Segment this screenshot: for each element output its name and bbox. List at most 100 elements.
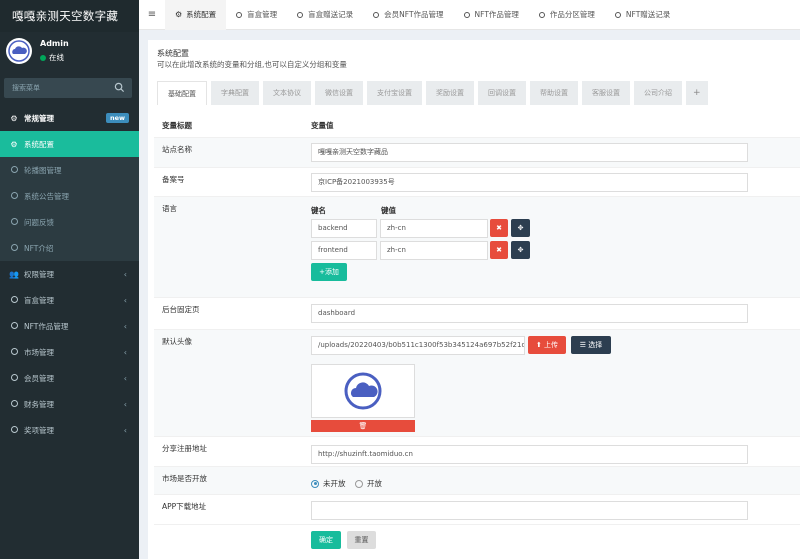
tab-help[interactable]: 帮助设置	[530, 81, 578, 105]
table-header: 变量标题 变量值	[154, 116, 800, 137]
tab-company[interactable]: 公司介绍	[634, 81, 682, 105]
row-default-avatar: 默认头像 /uploads/20220403/b0b511c1300f53b34…	[154, 329, 800, 436]
tab-nft-gift[interactable]: NFT赠送记录	[605, 0, 680, 30]
tab-blindbox[interactable]: 盲盒管理	[226, 0, 287, 30]
menu-group-permissions[interactable]: 👥 权限管理 ‹	[0, 261, 139, 287]
row-language: 语言 键名 键值 backend zh-cn ✖ ✥ frontend zh-c…	[154, 196, 800, 297]
drag-row-button[interactable]: ✥	[511, 219, 530, 237]
market-closed-radio[interactable]: 未开放	[311, 478, 346, 489]
tab-dictionary[interactable]: 字典配置	[211, 81, 259, 105]
drag-row-button[interactable]: ✥	[511, 241, 530, 259]
market-open-radio[interactable]: 开放	[355, 478, 382, 489]
add-row-button[interactable]: + 添加	[311, 263, 347, 281]
circle-icon	[10, 373, 18, 381]
menu-item-feedback[interactable]: 问题反馈	[0, 209, 139, 235]
delete-avatar-button[interactable]: 🗑	[311, 420, 415, 432]
search-icon[interactable]	[114, 82, 125, 93]
user-status: 在线	[40, 52, 64, 63]
circle-icon	[10, 243, 18, 251]
tab-service[interactable]: 客服设置	[582, 81, 630, 105]
menu-group-nft-works[interactable]: NFT作品管理 ‹	[0, 313, 139, 339]
menu-group-awards[interactable]: 奖项管理 ‹	[0, 417, 139, 443]
circle-icon	[10, 165, 18, 173]
site-name-label: 站点名称	[162, 145, 192, 154]
search-input[interactable]	[4, 78, 132, 98]
market-label: 市场是否开放	[162, 474, 207, 483]
tab-alipay[interactable]: 支付宝设置	[367, 81, 422, 105]
tab-system-config[interactable]: ⚙ 系统配置	[165, 0, 227, 30]
menu-common[interactable]: ⚙ 常规管理 new	[0, 105, 139, 131]
lang-val-input[interactable]: zh-cn	[380, 219, 488, 238]
times-icon: ✖	[496, 246, 502, 254]
share-url-input[interactable]: http://shuzinft.taomiduo.cn	[311, 445, 748, 464]
col-value: 变量值	[311, 121, 334, 130]
tab-nft-works[interactable]: NFT作品管理	[454, 0, 529, 30]
add-tab-button[interactable]: +	[686, 81, 708, 105]
tab-basic[interactable]: 基础配置	[157, 81, 207, 105]
config-tabs: 基础配置 字典配置 文本协议 微信设置 支付宝设置 奖励设置 回调设置 帮助设置…	[157, 81, 712, 105]
users-icon: 👥	[9, 269, 19, 279]
circle-icon	[10, 217, 18, 225]
tab-works-zone[interactable]: 作品分区管理	[529, 0, 605, 30]
circle-icon	[463, 11, 470, 18]
tab-blindbox-gift[interactable]: 盲盒赠送记录	[287, 0, 363, 30]
lang-val-input[interactable]: zh-cn	[380, 241, 488, 260]
val-header: 键值	[381, 206, 396, 215]
chevron-left-icon: ‹	[123, 425, 127, 435]
circle-icon	[10, 347, 18, 355]
reset-button[interactable]: 重置	[347, 531, 376, 549]
chevron-left-icon: ‹	[123, 295, 127, 305]
menu-group-blindbox[interactable]: 盲盒管理 ‹	[0, 287, 139, 313]
circle-icon	[10, 295, 18, 303]
lang-key-input[interactable]: frontend	[311, 241, 377, 260]
icp-input[interactable]: 京ICP备2021003935号	[311, 173, 748, 192]
chevron-left-icon: ‹	[123, 269, 127, 279]
menu-item-carousel[interactable]: 轮播图管理	[0, 157, 139, 183]
remove-row-button[interactable]: ✖	[490, 241, 508, 259]
app-url-input[interactable]	[311, 501, 748, 520]
col-title: 变量标题	[162, 121, 192, 130]
menu-group-market[interactable]: 市场管理 ‹	[0, 339, 139, 365]
site-name-input[interactable]: 嘎嘎亲测天空数字藏品	[311, 143, 748, 162]
times-icon: ✖	[496, 224, 502, 232]
chevron-left-icon: ‹	[123, 373, 127, 383]
chevron-left-icon: ‹	[123, 321, 127, 331]
tab-wechat[interactable]: 微信设置	[315, 81, 363, 105]
menu-group-members[interactable]: 会员管理 ‹	[0, 365, 139, 391]
menu-search[interactable]	[4, 78, 132, 98]
tab-reward[interactable]: 奖励设置	[426, 81, 474, 105]
sidebar: 嘎嘎亲测天空数字藏 Admin 在线 ⚙常规管理new ⚙系统配置 轮播图管理 …	[0, 0, 139, 559]
radio-unchecked-icon	[355, 479, 363, 488]
tab-text-agreement[interactable]: 文本协议	[263, 81, 311, 105]
page-subtitle: 可以在此增改系统的变量和分组,也可以自定义分组和变量	[157, 60, 347, 69]
remove-row-button[interactable]: ✖	[490, 219, 508, 237]
tab-member-nft[interactable]: 会员NFT作品管理	[363, 0, 453, 30]
tab-callback[interactable]: 回调设置	[478, 81, 526, 105]
row-actions: 确定 重置	[154, 524, 800, 559]
cloud-logo-icon	[344, 372, 382, 410]
arrows-icon: ✥	[517, 224, 524, 232]
menu-group-finance[interactable]: 财务管理 ‹	[0, 391, 139, 417]
user-avatar[interactable]	[6, 38, 32, 64]
menu-toggle-icon[interactable]: ≡	[139, 9, 165, 20]
row-app-url: APP下载地址	[154, 494, 800, 524]
menu-item-system-config[interactable]: ⚙ 系统配置	[0, 131, 139, 157]
avatar-path-input[interactable]: /uploads/20220403/b0b511c1300f53b345124a…	[311, 336, 525, 355]
circle-icon	[10, 399, 18, 407]
row-share-url: 分享注册地址 http://shuzinft.taomiduo.cn	[154, 436, 800, 466]
icp-label: 备案号	[162, 175, 185, 184]
circle-icon	[373, 11, 380, 18]
trash-icon: 🗑	[358, 422, 368, 430]
menu-item-announcement[interactable]: 系统公告管理	[0, 183, 139, 209]
sidebar-menu: ⚙ 常规管理 new ⚙ 系统配置 轮播图管理 系统公告管理 问题反馈 NFT介绍 👥…	[0, 105, 139, 443]
row-site-name: 站点名称 嘎嘎亲测天空数字藏品	[154, 137, 800, 167]
choose-button[interactable]: ☰ 选择	[571, 336, 611, 354]
menu-item-nft-intro[interactable]: NFT介绍	[0, 235, 139, 261]
fixed-page-input[interactable]: dashboard	[311, 304, 748, 323]
lang-key-input[interactable]: backend	[311, 219, 377, 238]
app-url-label: APP下载地址	[162, 502, 207, 511]
upload-button[interactable]: ⬆ 上传	[528, 336, 566, 354]
brand-title[interactable]: 嘎嘎亲测天空数字藏	[0, 0, 139, 32]
chevron-left-icon: ‹	[123, 347, 127, 357]
submit-button[interactable]: 确定	[311, 531, 341, 549]
